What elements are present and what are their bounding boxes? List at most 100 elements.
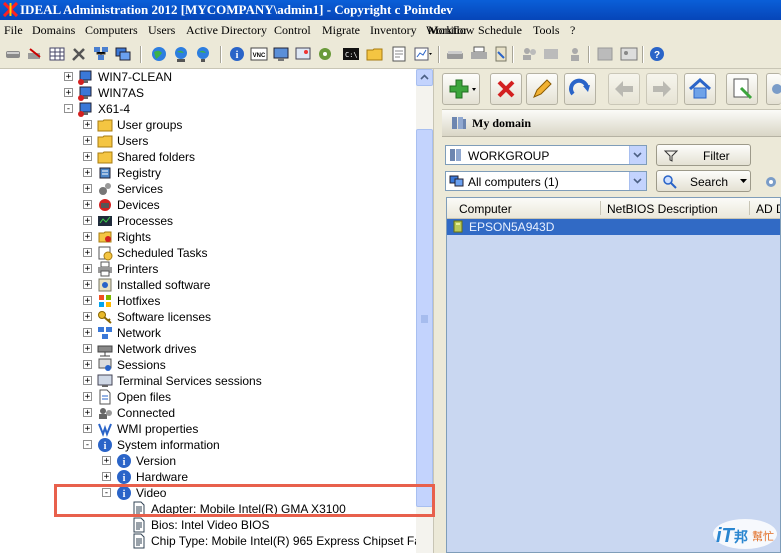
tree-node[interactable]: + Installed software [0,277,416,293]
menu-domains[interactable]: Domains [32,23,75,38]
back-button[interactable] [608,73,640,105]
expand-toggle[interactable]: + [83,280,92,290]
report-icon[interactable] [390,45,408,63]
tree-node[interactable]: + Network drives [0,341,416,357]
filter-button[interactable]: Filter [656,144,751,166]
computers-icon[interactable] [114,45,132,63]
home-button[interactable] [684,73,716,105]
user-disabled-icon[interactable] [566,45,584,63]
tree-node[interactable]: + i Hardware [0,469,416,485]
edit-button[interactable] [526,73,558,105]
expand-toggle[interactable]: + [83,344,92,354]
expand-toggle[interactable]: + [83,168,92,178]
tree-node[interactable]: + Terminal Services sessions [0,373,416,389]
menu-inventory[interactable]: Inventory [370,23,417,38]
tree-node[interactable]: + Devices [0,197,416,213]
menu-file[interactable]: File [4,23,23,38]
services-icon[interactable] [316,45,334,63]
menu-computers[interactable]: Computers [85,23,138,38]
tree-node[interactable]: + Processes [0,213,416,229]
disk-icon[interactable] [4,45,22,63]
menu-help[interactable]: ? [570,23,575,38]
tree-node[interactable]: + Connected [0,405,416,421]
expand-toggle[interactable]: + [83,216,92,226]
expand-toggle[interactable]: + [83,424,92,434]
expand-toggle[interactable]: + [83,312,92,322]
collapse-toggle[interactable]: - [83,440,92,450]
expand-toggle[interactable]: + [83,120,92,130]
menu-schedule[interactable]: Schedule [478,23,522,38]
scroll-up-button[interactable] [416,69,433,86]
window-disabled-icon[interactable] [596,45,614,63]
remote-desktop-icon[interactable] [272,45,290,63]
tree-node[interactable]: + Open files [0,389,416,405]
tree-node[interactable]: + Registry [0,165,416,181]
tree-node[interactable]: + Users [0,133,416,149]
menu-monitor[interactable]: Monitor [428,23,467,38]
tree-node[interactable]: + WIN7-CLEAN [0,69,416,85]
tree-node[interactable]: + Network [0,325,416,341]
clipboard-icon[interactable] [492,45,510,63]
group-disabled-icon[interactable] [542,45,560,63]
tree-node[interactable]: + Rights [0,229,416,245]
expand-toggle[interactable]: + [83,152,92,162]
globe-network-icon[interactable] [172,45,190,63]
tree-node[interactable]: + WIN7AS [0,85,416,101]
tree-node[interactable]: + Hotfixes [0,293,416,309]
tree-node[interactable]: + Shared folders [0,149,416,165]
tree-node[interactable]: + Scheduled Tasks [0,245,416,261]
menu-active-directory[interactable]: Active Directory [186,23,267,38]
more-button[interactable] [766,73,781,105]
card-icon[interactable] [620,45,638,63]
scroll-thumb[interactable] [416,129,433,507]
column-computer[interactable]: Computer [459,202,512,216]
forward-button[interactable] [646,73,678,105]
help-icon[interactable]: ? [648,45,666,63]
expand-toggle[interactable]: + [64,88,73,98]
expand-toggle[interactable]: + [102,472,111,482]
folder-icon[interactable] [366,45,384,63]
expand-toggle[interactable]: + [102,456,111,466]
tree-node[interactable]: Bios: Intel Video BIOS [0,517,416,533]
expand-toggle[interactable]: + [83,376,92,386]
computers-filter-dropdown[interactable] [629,172,646,190]
chart-dropdown-icon[interactable] [414,45,432,63]
table-row[interactable]: EPSON5A943D [447,219,780,235]
tree-node[interactable]: + WMI properties [0,421,416,437]
scanner-icon[interactable] [446,45,464,63]
users-disabled-icon[interactable] [520,45,538,63]
tree-node[interactable]: Chip Type: Mobile Intel(R) 965 Express C… [0,533,416,549]
expand-toggle[interactable]: + [83,360,92,370]
workgroup-dropdown[interactable] [629,146,646,164]
expand-toggle[interactable]: + [83,264,92,274]
expand-toggle[interactable]: + [83,296,92,306]
tree-node[interactable]: + User groups [0,117,416,133]
tree-node[interactable]: + i Version [0,453,416,469]
menu-tools[interactable]: Tools [533,23,560,38]
vnc-icon[interactable]: VNC [250,45,268,63]
expand-toggle[interactable]: + [83,200,92,210]
expand-toggle[interactable]: + [83,328,92,338]
menu-users[interactable]: Users [148,23,175,38]
settings-icon[interactable] [762,173,780,191]
globe-user-icon[interactable] [194,45,212,63]
expand-toggle[interactable]: + [83,248,92,258]
tree-scrollbar[interactable] [416,69,433,553]
menu-migrate[interactable]: Migrate [322,23,360,38]
tree-node[interactable]: + Printers [0,261,416,277]
collapse-toggle[interactable]: - [64,104,73,114]
export-button[interactable] [726,73,758,105]
workgroup-select[interactable]: WORKGROUP [445,145,647,165]
expand-toggle[interactable]: + [64,72,73,82]
grid-icon[interactable] [48,45,66,63]
column-ad-description[interactable]: AD De [756,202,780,216]
wrench-icon[interactable] [70,45,88,63]
network-icon[interactable] [92,45,110,63]
add-button[interactable] [442,73,480,105]
expand-toggle[interactable]: + [83,232,92,242]
tree-node[interactable]: + Software licenses [0,309,416,325]
expand-toggle[interactable]: + [83,408,92,418]
console-icon[interactable]: C:\ [342,45,360,63]
expand-toggle[interactable]: + [83,184,92,194]
column-netbios-description[interactable]: NetBIOS Description [607,202,718,216]
